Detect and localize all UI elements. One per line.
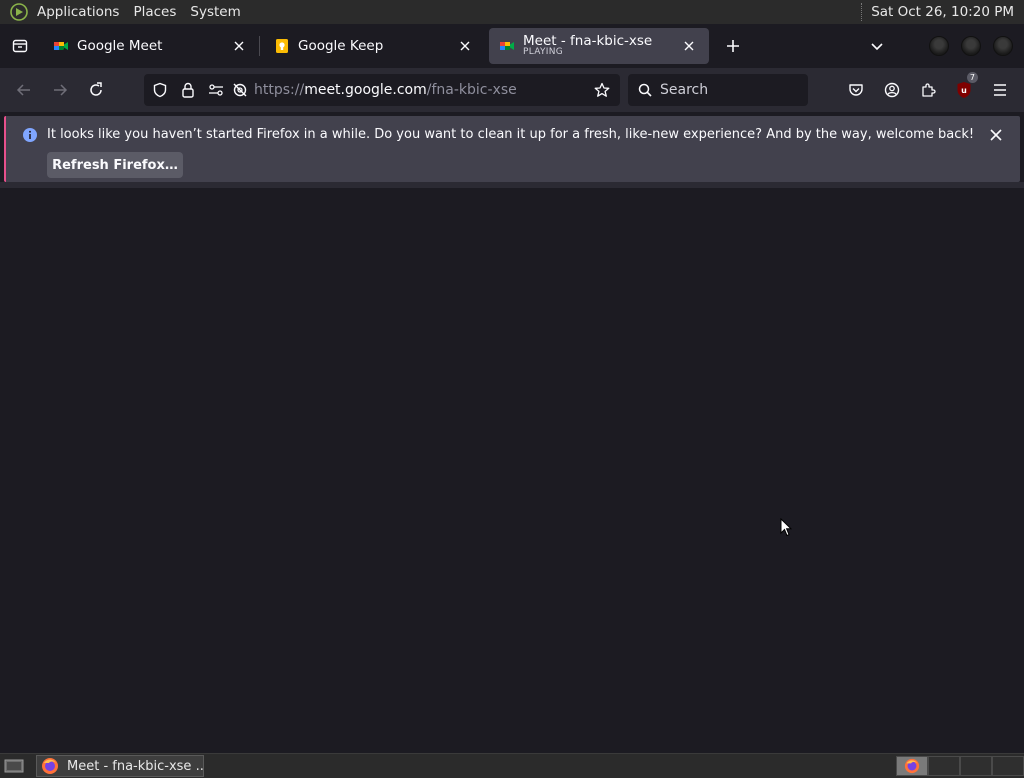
tab-title: Google Meet — [77, 38, 163, 54]
tab-title: Meet - fna-kbic-xse — [523, 33, 653, 49]
extensions-button[interactable] — [912, 74, 944, 106]
firefox-icon — [904, 758, 920, 774]
close-icon — [990, 129, 1002, 141]
tab-strip: Google Meet Google Keep Meet - fna-kbic-… — [0, 24, 1024, 68]
forward-button[interactable] — [44, 74, 76, 106]
close-icon — [460, 41, 470, 51]
permissions-icon[interactable] — [202, 74, 230, 106]
extension-badge: 7 — [966, 72, 978, 83]
menu-places[interactable]: Places — [126, 4, 183, 20]
workspace-3[interactable] — [960, 756, 992, 776]
firefox-view-button[interactable] — [0, 26, 40, 66]
reload-icon — [90, 82, 102, 96]
tab-separator — [259, 36, 260, 56]
star-icon — [594, 82, 610, 97]
tab-google-keep[interactable]: Google Keep — [264, 28, 485, 64]
chevron-down-icon — [871, 43, 883, 51]
account-icon — [884, 82, 900, 98]
menu-applications[interactable]: Applications — [30, 4, 126, 20]
minimize-button[interactable] — [929, 36, 949, 56]
pocket-icon — [849, 84, 863, 96]
info-icon — [22, 127, 38, 147]
toolbar-right: u 7 — [840, 72, 1016, 106]
workspace-4[interactable] — [992, 756, 1024, 776]
svg-text:u: u — [961, 86, 967, 95]
camera-off-icon[interactable] — [230, 74, 250, 106]
notification-message: It looks like you haven’t started Firefo… — [47, 127, 975, 142]
reload-button[interactable] — [80, 74, 112, 106]
plus-icon — [727, 40, 739, 52]
navigation-toolbar: https://meet.google.com/fna-kbic-xse Sea… — [0, 68, 1024, 112]
notification-close-button[interactable] — [986, 125, 1006, 145]
menu-system[interactable]: System — [183, 4, 247, 20]
url-scheme: https:// — [254, 82, 305, 98]
arrow-right-icon — [54, 84, 68, 96]
page-content-area[interactable] — [0, 188, 1024, 753]
window-controls — [929, 36, 1013, 56]
distro-logo-icon[interactable] — [8, 1, 30, 23]
firefox-icon — [42, 758, 58, 774]
app-menu-button[interactable] — [984, 74, 1016, 106]
taskbar-window-label: Meet - fna-kbic-xse ... — [67, 758, 204, 774]
taskbar-window-button[interactable]: Meet - fna-kbic-xse ... — [36, 755, 204, 777]
pocket-button[interactable] — [840, 74, 872, 106]
close-icon — [234, 41, 244, 51]
search-input[interactable]: Search — [628, 74, 808, 106]
bookmark-star-button[interactable] — [588, 74, 616, 106]
lock-icon[interactable] — [174, 74, 202, 106]
puzzle-icon — [922, 83, 936, 97]
refresh-firefox-button[interactable]: Refresh Firefox… — [47, 152, 183, 178]
workspace-1[interactable] — [896, 756, 928, 776]
hamburger-menu-icon — [994, 84, 1006, 96]
workspace-2[interactable] — [928, 756, 960, 776]
panel-separator — [861, 3, 863, 21]
tab-meet-call[interactable]: Meet - fna-kbic-xse PLAYING — [489, 28, 709, 64]
workspace-switcher — [896, 756, 1024, 776]
google-meet-favicon-icon — [500, 42, 514, 50]
ublock-shield-icon: u — [957, 82, 971, 98]
top-panel: Applications Places System Sat Oct 26, 1… — [0, 0, 1024, 24]
url-text[interactable]: https://meet.google.com/fna-kbic-xse — [254, 82, 588, 98]
google-keep-favicon-icon — [276, 39, 288, 53]
clock[interactable]: Sat Oct 26, 10:20 PM — [871, 4, 1014, 20]
tracking-protection-shield-icon[interactable] — [146, 74, 174, 106]
google-meet-favicon-icon — [54, 42, 68, 50]
tab-close-button[interactable] — [455, 36, 475, 56]
tab-title: Google Keep — [298, 38, 384, 54]
list-all-tabs-button[interactable] — [861, 30, 893, 62]
arrow-left-icon — [16, 84, 30, 96]
tab-close-button[interactable] — [229, 36, 249, 56]
tab-google-meet[interactable]: Google Meet — [43, 28, 259, 64]
maximize-button[interactable] — [961, 36, 981, 56]
search-icon — [638, 83, 652, 97]
bottom-panel: Meet - fna-kbic-xse ... — [0, 753, 1024, 778]
ublock-origin-button[interactable]: u 7 — [948, 72, 980, 106]
back-button[interactable] — [8, 74, 40, 106]
search-placeholder: Search — [660, 82, 709, 98]
show-desktop-button[interactable] — [2, 756, 26, 776]
refresh-firefox-notification: It looks like you haven’t started Firefo… — [4, 116, 1020, 182]
new-tab-button[interactable] — [717, 30, 749, 62]
close-window-button[interactable] — [993, 36, 1013, 56]
mouse-cursor-icon — [780, 517, 793, 542]
tab-close-button[interactable] — [679, 36, 699, 56]
url-host: meet.google.com — [304, 82, 427, 98]
url-bar[interactable]: https://meet.google.com/fna-kbic-xse — [144, 74, 620, 106]
account-button[interactable] — [876, 74, 908, 106]
url-path: /fna-kbic-xse — [426, 82, 517, 98]
close-icon — [684, 41, 694, 51]
firefox-view-icon — [12, 39, 28, 53]
show-desktop-icon — [4, 759, 24, 773]
tab-playing-label: PLAYING — [523, 47, 564, 58]
